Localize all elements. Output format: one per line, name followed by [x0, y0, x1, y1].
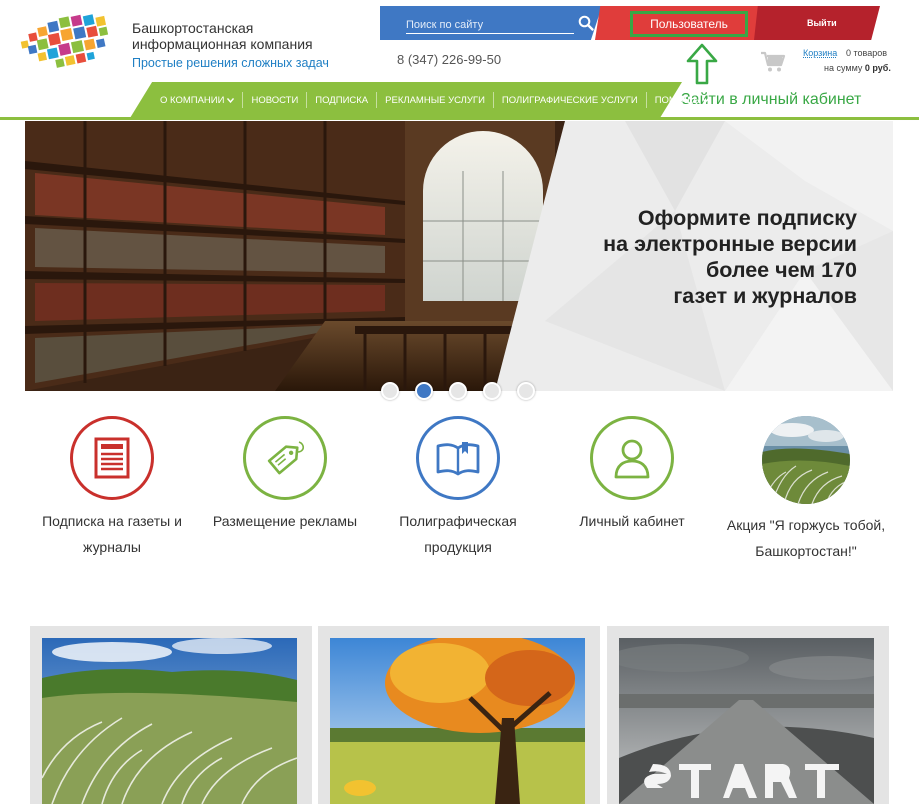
nav-item-printing[interactable]: ПОЛИГРАФИЧЕСКИЕ УСЛУГИ — [492, 92, 646, 108]
feather-grass-photo — [762, 416, 850, 504]
service-label-line: Полиграфическая — [399, 513, 517, 529]
search-input[interactable] — [406, 16, 574, 34]
cart-item-count: 0 товаров — [846, 48, 888, 58]
search-bar — [380, 6, 602, 40]
page: Башкортостанская информационная компания… — [0, 0, 919, 804]
service-label-line: Личный кабинет — [579, 513, 685, 529]
slider-dot-active[interactable] — [415, 382, 433, 400]
nav-item-about[interactable]: О КОМПАНИИ — [152, 92, 242, 108]
service-label: Размещение рекламы — [205, 508, 365, 534]
main-nav: О КОМПАНИИ НОВОСТИ ПОДПИСКА РЕКЛАМНЫЕ УС… — [152, 82, 717, 118]
cart-sum: на сумму 0 руб. — [824, 63, 891, 73]
company-logo[interactable] — [16, 12, 120, 74]
service-personal-account[interactable]: Личный кабинет — [552, 416, 712, 534]
news-card[interactable] — [30, 626, 312, 804]
hero-headline: Оформите подписку на электронные версии … — [603, 205, 857, 309]
hero-line: Оформите подписку — [637, 206, 857, 230]
hero-slider[interactable]: Оформите подписку на электронные версии … — [25, 121, 893, 391]
cart-sum-prefix: на сумму — [824, 63, 863, 73]
search-icon[interactable] — [578, 15, 594, 31]
newspaper-icon — [94, 437, 130, 479]
service-printing[interactable]: Полиграфическая продукция — [378, 416, 538, 560]
tag-icon — [267, 441, 305, 475]
nav-item-label: ПОЛИГРАФИЧЕСКИЕ УСЛУГИ — [501, 94, 638, 106]
brand-name-line2: информационная компания — [132, 36, 313, 52]
steppe-photo — [42, 638, 297, 804]
phone-number: 8 (347) 226-99-50 — [397, 52, 502, 67]
cart-sum-value: 0 руб. — [864, 63, 891, 73]
logout-button[interactable]: Выйти — [807, 18, 837, 28]
nav-item-label: ПОДПИСКА — [315, 94, 369, 106]
service-label: Полиграфическая продукция — [378, 508, 538, 560]
slider-dot[interactable] — [517, 382, 535, 400]
service-label-line: Акция "Я горжусь тобой, — [726, 517, 886, 533]
card-image — [42, 638, 297, 804]
nav-item-label: НОВОСТИ — [251, 94, 299, 106]
hero-line: более чем 170 — [705, 258, 857, 282]
card-image — [619, 638, 874, 804]
chevron-down-icon — [702, 97, 710, 103]
service-icon-circle — [70, 416, 154, 500]
slider-dot[interactable] — [449, 382, 467, 400]
nav-item-help[interactable]: ПОМОЩЬ — [645, 92, 718, 108]
service-label-line: Подписка на газеты и — [42, 513, 182, 529]
nav-item-label: ПОМОЩЬ — [654, 94, 700, 106]
brand-block[interactable]: Башкортостанская информационная компания… — [132, 20, 329, 71]
news-card[interactable] — [318, 626, 600, 804]
service-label-line: продукция — [424, 539, 492, 555]
service-label: Акция "Я горжусь тобой, Башкортостан!" — [726, 512, 886, 564]
book-icon — [436, 442, 480, 476]
service-advertising[interactable]: Размещение рекламы — [205, 416, 365, 534]
service-icon-circle — [243, 416, 327, 500]
chevron-down-icon — [227, 97, 235, 103]
slider-dots — [381, 382, 535, 400]
service-subscription[interactable]: Подписка на газеты и журналы — [32, 416, 192, 560]
cart-link[interactable]: Корзина — [803, 48, 837, 58]
hero-line: на электронные версии — [603, 232, 857, 256]
service-label-line: Башкортостан!" — [755, 543, 857, 559]
news-card[interactable] — [607, 626, 889, 804]
slider-dot[interactable] — [381, 382, 399, 400]
nav-item-advertising[interactable]: РЕКЛАМНЫЕ УСЛУГИ — [376, 92, 493, 108]
card-image — [330, 638, 585, 804]
up-arrow-annotation-icon — [686, 43, 718, 85]
user-account-button[interactable]: Пользователь — [630, 11, 748, 37]
brand-tagline: Простые решения сложных задач — [132, 56, 329, 70]
slider-dot[interactable] — [483, 382, 501, 400]
brand-name-line1: Башкортостанская — [132, 20, 254, 36]
service-label: Личный кабинет — [552, 508, 712, 534]
nav-item-label: РЕКЛАМНЫЕ УСЛУГИ — [385, 94, 485, 106]
campaign-photo — [762, 416, 850, 504]
cart-icon[interactable] — [760, 51, 786, 73]
nav-item-label: О КОМПАНИИ — [160, 94, 225, 106]
user-icon — [614, 439, 650, 479]
service-icon-circle — [590, 416, 674, 500]
service-label-line: журналы — [83, 539, 141, 555]
road-start-photo — [619, 638, 874, 804]
autumn-tree-photo — [330, 638, 585, 804]
service-icon-circle — [416, 416, 500, 500]
service-label-line: Размещение рекламы — [212, 513, 358, 529]
nav-item-news[interactable]: НОВОСТИ — [242, 92, 306, 108]
hero-line: газет и журналов — [673, 284, 857, 308]
nav-item-subscription[interactable]: ПОДПИСКА — [306, 92, 376, 108]
service-campaign[interactable]: Акция "Я горжусь тобой, Башкортостан!" — [726, 416, 886, 564]
service-label: Подписка на газеты и журналы — [32, 508, 192, 560]
